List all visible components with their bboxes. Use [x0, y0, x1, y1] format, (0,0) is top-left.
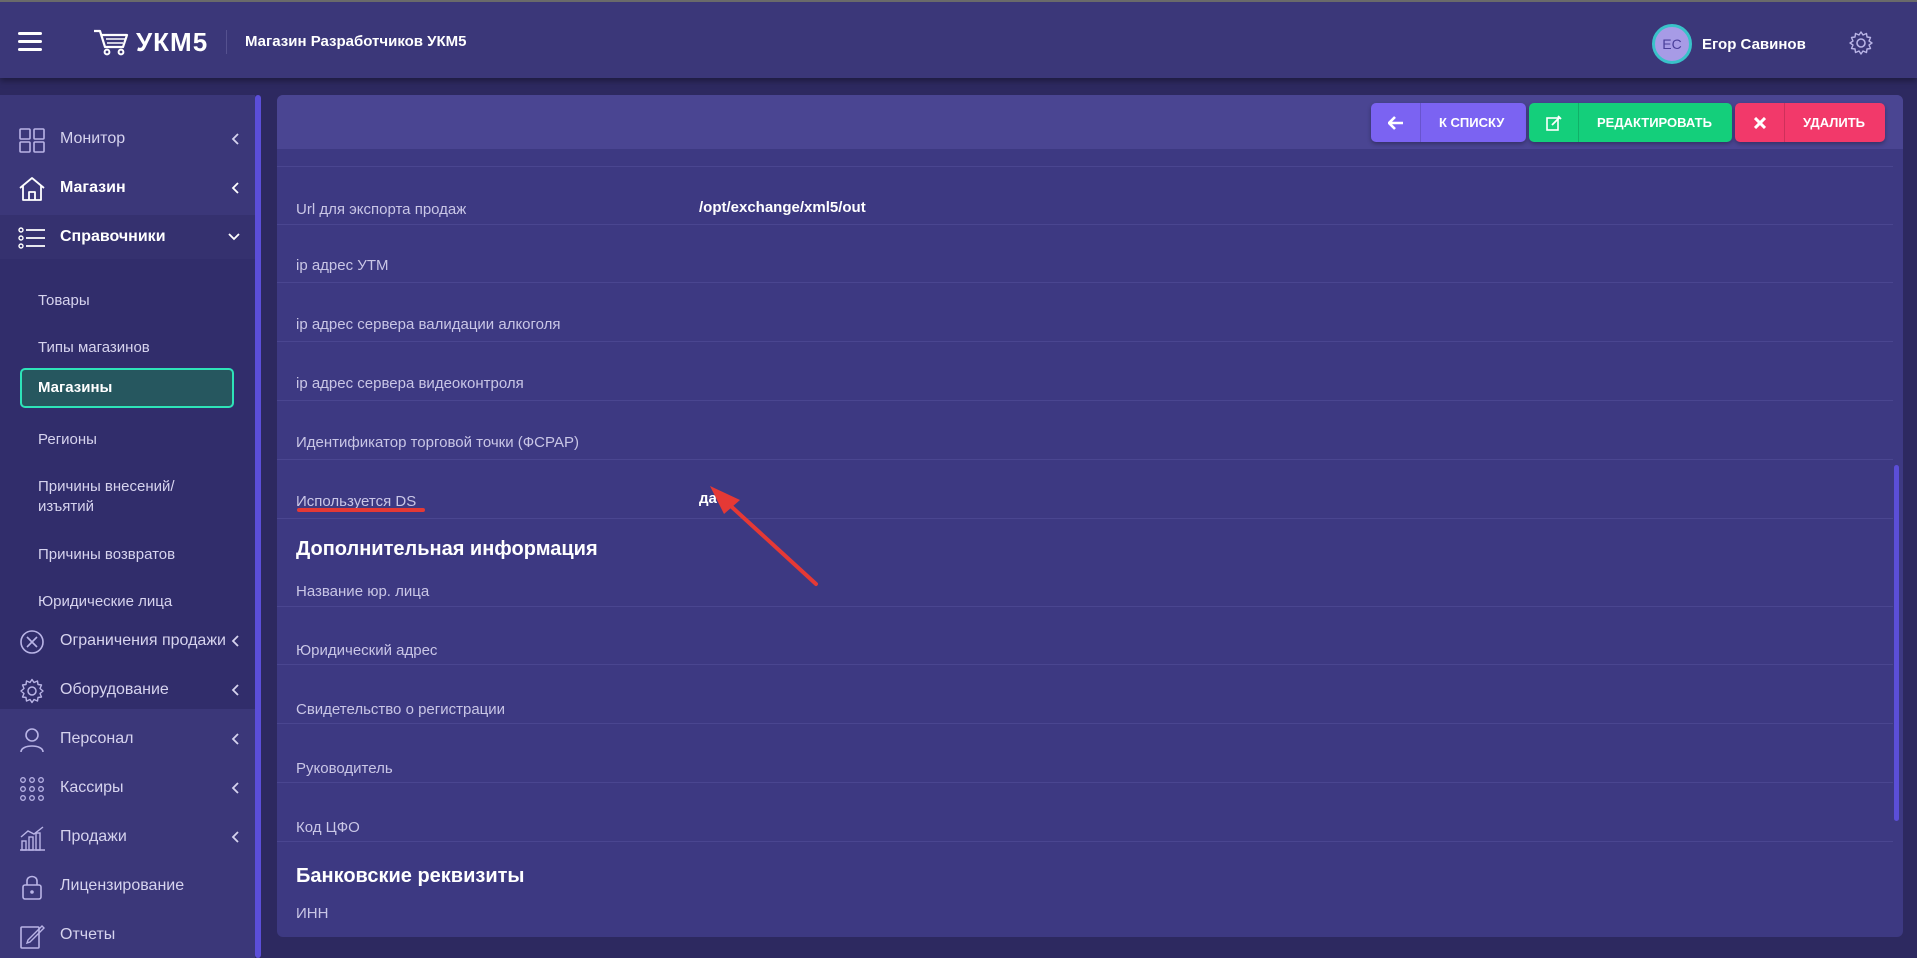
sidebar-item-sales[interactable]: Продажи: [0, 815, 255, 859]
sidebar-scrollbar[interactable]: [255, 95, 261, 958]
detail-row: Руководитель: [277, 725, 1893, 783]
edit-icon: [18, 923, 46, 949]
detail-value: да: [699, 490, 717, 507]
list-icon: [18, 225, 46, 251]
chevron-left-icon: [231, 182, 239, 194]
sidebar-item-label: Продажи: [60, 828, 127, 845]
detail-row: Свидетельство о регистрации: [277, 666, 1893, 724]
detail-label: Идентификатор торговой точки (ФСРАР): [296, 434, 580, 451]
detail-label: Свидетельство о регистрации: [296, 701, 506, 718]
avatar: ЕС: [1652, 24, 1692, 64]
details-panel: К СПИСКУ РЕДАКТИРОВАТЬ УДАЛИТЬ Url для э…: [277, 95, 1903, 937]
sidebar-item-directories[interactable]: Справочники: [0, 215, 255, 259]
sidebar-item-sale-restrictions[interactable]: Ограничения продажи: [0, 619, 255, 663]
annotation-underline: [297, 508, 425, 512]
sidebar: Монитор Магазин Справочники Товары Типы …: [0, 95, 255, 958]
sidebar-item-label: Магазин: [60, 179, 126, 196]
lock-icon: [18, 874, 46, 900]
detail-row: Идентификатор торговой точки (ФСРАР): [277, 402, 1893, 460]
sidebar-item-label: Лицензирование: [60, 877, 185, 894]
detail-label: Код ЦФО: [296, 819, 360, 836]
sidebar-item-label: Кассиры: [60, 779, 124, 796]
person-icon: [18, 727, 46, 753]
submenu-item-legal-entities[interactable]: Юридические лица: [20, 592, 234, 612]
detail-row: [277, 95, 1893, 167]
sidebar-item-label: Отчеты: [60, 926, 116, 943]
chevron-left-icon: [231, 831, 239, 843]
sidebar-item-staff[interactable]: Персонал: [0, 717, 255, 761]
gear-icon: [18, 678, 46, 704]
circle-x-icon: [18, 629, 46, 655]
section-title-bank: Банковские реквизиты: [296, 865, 525, 887]
submenu-item-store-types[interactable]: Типы магазинов: [20, 338, 234, 358]
sidebar-item-store[interactable]: Магазин: [0, 166, 255, 210]
detail-row: Юридический адрес: [277, 607, 1893, 665]
chevron-left-icon: [231, 733, 239, 745]
sidebar-item-equipment[interactable]: Оборудование: [0, 668, 255, 712]
divider: [226, 30, 227, 54]
menu-icon[interactable]: [18, 32, 42, 52]
submenu-item-stores[interactable]: Магазины: [20, 368, 234, 408]
sidebar-item-label: Оборудование: [60, 681, 169, 698]
chevron-down-icon: [228, 233, 240, 241]
submenu-item-label: Причины внесений/: [38, 478, 175, 495]
sidebar-item-label: Персонал: [60, 730, 134, 747]
page-title: Магазин Разработчиков УКМ5: [245, 33, 467, 50]
submenu-item-return-reasons[interactable]: Причины возвратов: [20, 545, 234, 565]
chevron-left-icon: [231, 782, 239, 794]
submenu-item-regions[interactable]: Регионы: [20, 430, 234, 450]
sidebar-item-licensing[interactable]: Лицензирование: [0, 864, 255, 908]
user-menu[interactable]: ЕС Егор Савинов: [1652, 24, 1806, 64]
logo[interactable]: УКМ5: [92, 26, 208, 58]
dots-grid-icon: [18, 776, 46, 802]
chevron-left-icon: [231, 684, 239, 696]
cart-icon: [94, 29, 129, 56]
detail-label: Url для экспорта продаж: [296, 201, 467, 218]
submenu-item-cash-reasons[interactable]: Причины внесений/ изъятий: [20, 477, 234, 517]
monitor-grid-icon: [18, 127, 46, 153]
detail-row: Url для экспорта продаж /opt/exchange/xm…: [277, 167, 1893, 225]
detail-label: Руководитель: [296, 760, 393, 777]
sidebar-item-label: Ограничения продажи: [60, 632, 226, 649]
chevron-left-icon: [231, 133, 239, 145]
chevron-left-icon: [231, 635, 239, 647]
sidebar-item-monitor[interactable]: Монитор: [0, 117, 255, 161]
detail-label: ИНН: [296, 905, 329, 922]
detail-label: ip адрес УТМ: [296, 257, 389, 274]
detail-row: ip адрес сервера видеоконтроля: [277, 343, 1893, 401]
detail-label: ip адрес сервера валидации алкоголя: [296, 316, 561, 333]
sidebar-item-cashiers[interactable]: Кассиры: [0, 766, 255, 810]
settings-gear-icon[interactable]: [1848, 30, 1874, 56]
detail-value: /opt/exchange/xml5/out: [699, 199, 866, 216]
detail-label: Название юр. лица: [296, 583, 430, 600]
detail-row: Код ЦФО: [277, 784, 1893, 842]
detail-row: Используется DS да: [277, 461, 1893, 519]
detail-row: ip адрес УТМ: [277, 225, 1893, 283]
home-icon: [18, 176, 46, 202]
detail-label: Юридический адрес: [296, 642, 438, 659]
panel-scrollbar[interactable]: [1894, 465, 1899, 821]
logo-text: УКМ5: [136, 26, 209, 57]
chart-icon: [18, 825, 46, 851]
detail-row: ip адрес сервера валидации алкоголя: [277, 284, 1893, 342]
sidebar-item-label: Справочники: [60, 228, 166, 245]
detail-row: Название юр. лица: [277, 549, 1893, 607]
detail-label: ip адрес сервера видеоконтроля: [296, 375, 524, 392]
top-bar: УКМ5 Магазин Разработчиков УКМ5 ЕС Егор …: [0, 0, 1917, 78]
submenu-item-label: изъятий: [38, 498, 95, 515]
sidebar-item-reports[interactable]: Отчеты: [0, 913, 255, 957]
user-name: Егор Савинов: [1702, 35, 1806, 53]
submenu-item-products[interactable]: Товары: [20, 291, 234, 311]
sidebar-item-label: Монитор: [60, 130, 126, 147]
